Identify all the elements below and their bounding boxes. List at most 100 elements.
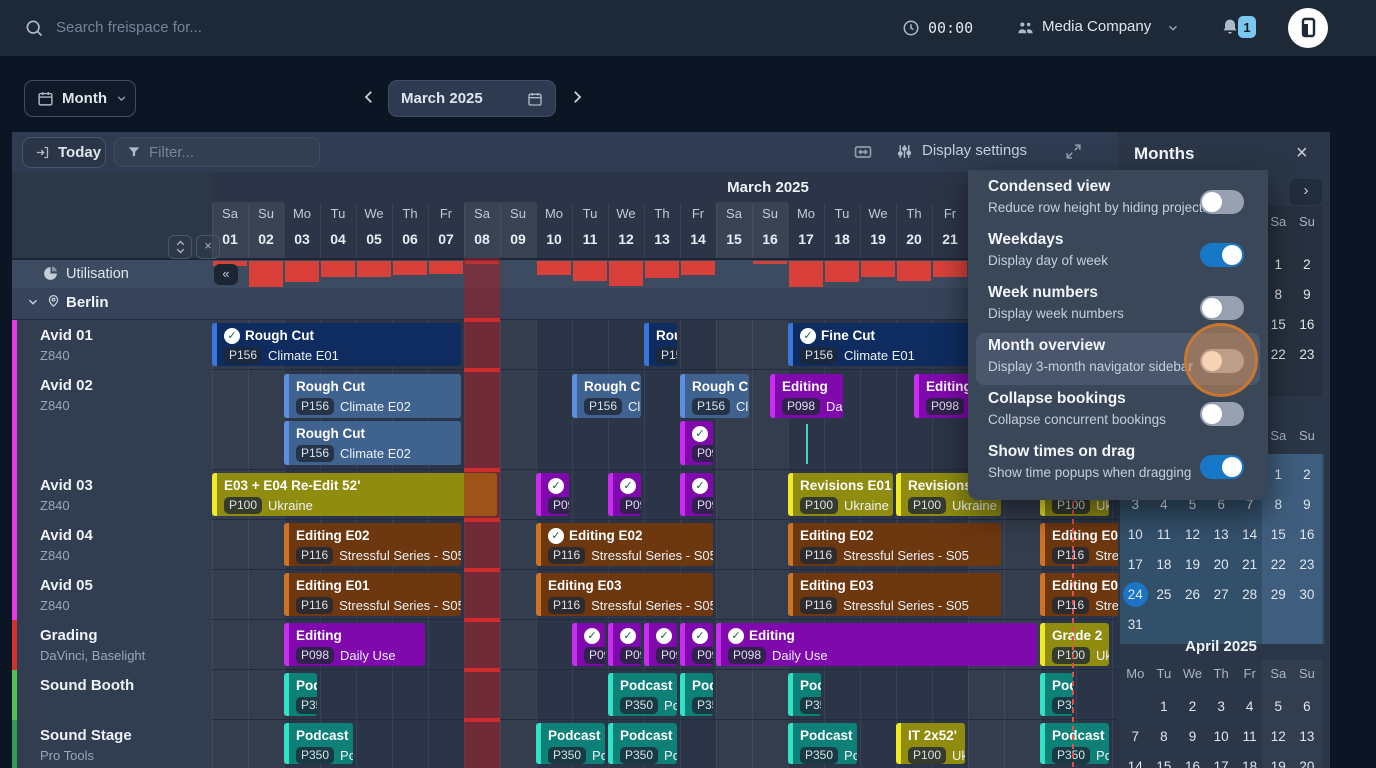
settings-row[interactable]: WeekdaysDisplay day of week (988, 231, 1168, 279)
toggle-switch[interactable] (1200, 455, 1244, 479)
booking-block[interactable]: PodcastP350Podcast (680, 673, 713, 716)
prev-period-icon[interactable] (360, 88, 378, 106)
mini-day-cell[interactable]: 19 (1264, 752, 1293, 768)
next-month-button[interactable]: › (1290, 179, 1322, 205)
mini-day-cell[interactable]: 3 (1207, 692, 1236, 722)
booking-block[interactable]: PodcastP350Podcast (788, 673, 821, 716)
booking-block[interactable]: ✓Editing E02P116Stressful Series - S05 (536, 523, 713, 566)
mini-day-cell[interactable]: 20 (1207, 550, 1236, 580)
toggle-switch[interactable] (1200, 402, 1244, 426)
booking-block[interactable]: ✓EditingP098Daily Use (608, 473, 641, 516)
booking-block[interactable]: EditingP098Daily Use (284, 623, 425, 666)
booking-block[interactable]: Rough CutP156Climate E02 (572, 374, 641, 418)
mini-day-cell[interactable]: 17 (1121, 550, 1150, 580)
mini-day-cell[interactable]: 8 (1264, 280, 1293, 310)
mini-day-cell[interactable]: 22 (1264, 550, 1293, 580)
mini-day-cell[interactable]: 21 (1235, 550, 1264, 580)
mini-day-cell[interactable]: 13 (1293, 722, 1322, 752)
booking-block[interactable]: Rough CutP156Climate E02 (284, 374, 461, 418)
mini-day-cell[interactable]: 24 (1121, 580, 1150, 610)
settings-row[interactable]: Collapse bookingsCollapse concurrent boo… (988, 390, 1168, 438)
mini-day-cell[interactable]: 26 (1178, 580, 1207, 610)
mini-day-cell[interactable]: 18 (1235, 752, 1264, 768)
expand-rows-button[interactable] (168, 235, 192, 259)
fullscreen-icon[interactable] (1064, 142, 1083, 161)
settings-row[interactable]: Show times on dragShow time popups when … (988, 443, 1168, 491)
booking-block[interactable]: Grade 2P100Ukraine (1040, 623, 1109, 666)
mini-day-cell[interactable]: 13 (1207, 520, 1236, 550)
booking-block[interactable]: ✓EditingP098Daily Use (680, 421, 713, 465)
toggle-switch[interactable] (1200, 190, 1244, 214)
mini-day-cell[interactable]: 2 (1178, 692, 1207, 722)
clear-selection-button[interactable]: × (196, 235, 220, 259)
booking-block[interactable]: EditingP098Daily Use (770, 374, 843, 418)
display-settings-button[interactable]: Display settings (922, 142, 1027, 159)
mini-day-cell[interactable]: 1 (1264, 250, 1293, 280)
mini-day-cell[interactable]: 16 (1293, 310, 1322, 340)
global-search-input[interactable]: Search freispace for... (56, 19, 202, 36)
mini-day-cell[interactable]: 2 (1293, 250, 1322, 280)
mini-day-cell[interactable]: 11 (1150, 520, 1179, 550)
booking-block[interactable]: ✓EditingP098Daily Use (680, 623, 713, 666)
close-icon[interactable]: × (1296, 142, 1308, 165)
booking-block[interactable]: ✓EditingP098Daily Use (536, 473, 569, 516)
notification-badge[interactable]: 1 (1238, 16, 1256, 38)
booking-block[interactable]: PodcastP350Podcast (608, 723, 677, 764)
mini-day-cell[interactable]: 8 (1150, 722, 1179, 752)
mini-day-cell[interactable]: 27 (1207, 580, 1236, 610)
booking-block[interactable]: ✓EditingP098Daily Use (716, 623, 1037, 666)
mini-day-cell[interactable]: 15 (1150, 752, 1179, 768)
booking-block[interactable]: Rough CutP156Climate E01 (644, 323, 677, 366)
next-period-icon[interactable] (568, 88, 586, 106)
booking-block[interactable]: ✓EditingP098Daily Use (608, 623, 641, 666)
settings-row[interactable]: Condensed viewReduce row height by hidin… (988, 178, 1168, 226)
mini-day-cell[interactable]: 11 (1235, 722, 1264, 752)
booking-block[interactable]: PodcastP350Podcast (284, 723, 353, 764)
mini-day-cell[interactable]: 28 (1235, 580, 1264, 610)
mini-day-cell[interactable]: 1 (1150, 692, 1179, 722)
user-avatar[interactable] (1288, 8, 1328, 48)
booking-block[interactable]: Editing E03P116Stressful Series - S05 (536, 573, 713, 616)
mini-day-cell[interactable]: 22 (1264, 340, 1293, 370)
mini-day-cell[interactable]: 12 (1264, 722, 1293, 752)
mini-day-cell[interactable]: 1 (1264, 460, 1293, 490)
booking-block[interactable]: E03 + E04 Re-Edit 52'P100Ukraine (212, 473, 497, 516)
period-picker-button[interactable]: March 2025 (388, 80, 556, 117)
booking-block[interactable]: Editing E01P116Stressful Series - S05 (284, 573, 461, 616)
booking-block[interactable]: IT 2x52'P100Ukraine (896, 723, 965, 764)
mini-day-cell[interactable]: 15 (1264, 310, 1293, 340)
mini-day-cell[interactable]: 9 (1293, 280, 1322, 310)
mini-day-cell[interactable]: 9 (1178, 722, 1207, 752)
booking-block[interactable]: PodcastP350Podcast (284, 673, 317, 716)
mini-day-cell[interactable]: 15 (1264, 520, 1293, 550)
mini-day-cell[interactable]: 18 (1150, 550, 1179, 580)
booking-block[interactable]: PodcastP350Podcast (608, 673, 677, 716)
mini-day-cell[interactable]: 5 (1264, 692, 1293, 722)
mini-day-cell[interactable]: 16 (1178, 752, 1207, 768)
mini-day-cell[interactable]: 16 (1293, 520, 1322, 550)
mini-day-cell[interactable]: 10 (1121, 520, 1150, 550)
booking-block[interactable]: ✓EditingP098Daily Use (680, 473, 713, 516)
mini-day-cell[interactable]: 2 (1293, 460, 1322, 490)
booking-block[interactable]: Editing E02P116Stressful Series - S05 (284, 523, 461, 566)
mini-day-cell[interactable]: 19 (1178, 550, 1207, 580)
bell-icon[interactable] (1220, 17, 1240, 37)
mini-day-cell[interactable]: 9 (1293, 490, 1322, 520)
mini-day-cell[interactable]: 12 (1178, 520, 1207, 550)
booking-block[interactable]: Editing E02P116Stressful Series - S05 (788, 523, 1001, 566)
booking-block[interactable]: ✓EditingP098Daily Use (572, 623, 605, 666)
booking-block[interactable]: Editing E03P116Stressful Series - S05 (788, 573, 1001, 616)
mini-day-cell[interactable]: 30 (1293, 580, 1322, 610)
settings-row[interactable]: Month overviewDisplay 3-month navigator … (988, 337, 1168, 385)
mini-day-cell[interactable]: 14 (1121, 752, 1150, 768)
booking-block[interactable]: Revisions E01 52'P100Ukraine (788, 473, 893, 516)
mini-day-cell[interactable]: 23 (1293, 340, 1322, 370)
mini-day-cell[interactable]: 8 (1264, 490, 1293, 520)
booking-block[interactable]: PodcastP350Podcast (536, 723, 605, 764)
mini-day-cell[interactable]: 29 (1264, 580, 1293, 610)
toggle-switch[interactable] (1200, 296, 1244, 320)
settings-row[interactable]: Week numbersDisplay week numbers (988, 284, 1168, 332)
company-selector[interactable]: Media Company (1042, 18, 1151, 35)
filter-input[interactable]: Filter... (114, 137, 320, 167)
mini-day-cell[interactable]: 23 (1293, 550, 1322, 580)
